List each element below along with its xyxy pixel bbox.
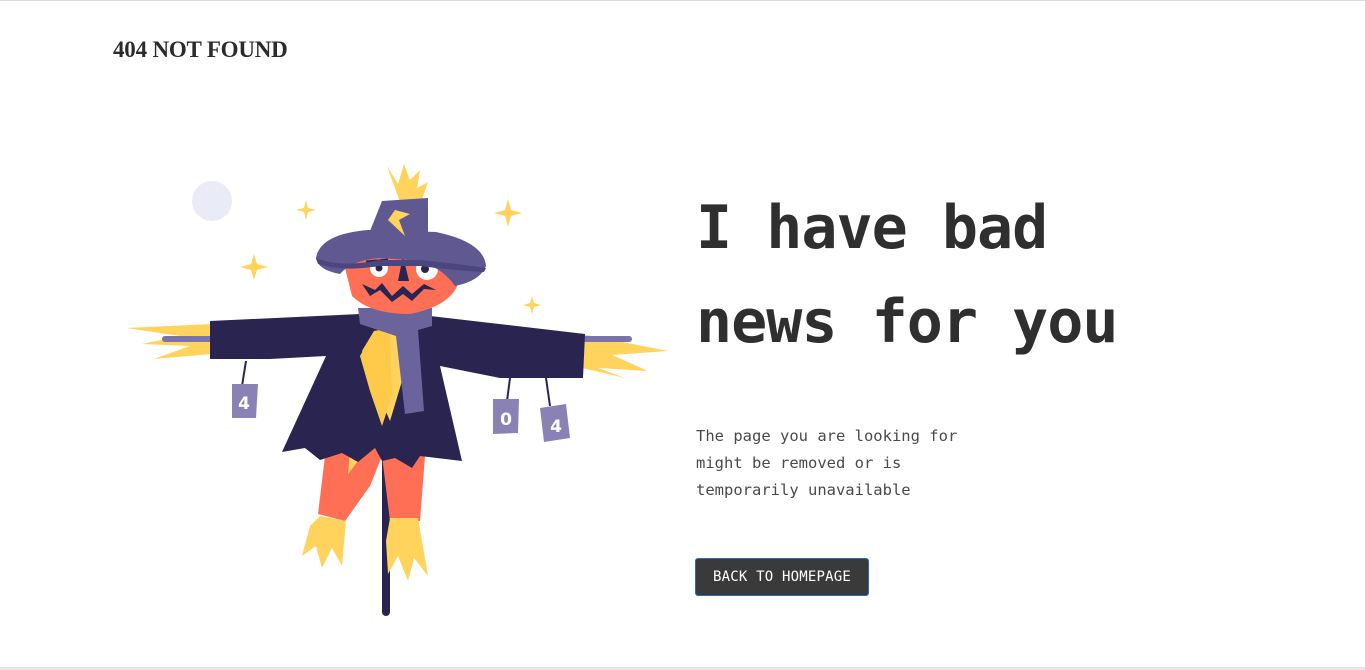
moon-shape: [192, 181, 232, 221]
can-label-right: 4: [550, 417, 562, 437]
back-to-homepage-button[interactable]: BACK TO HOMEPAGE: [695, 558, 869, 596]
page-brand-title: 404 NOT FOUND: [113, 37, 288, 62]
hanging-can-4-right: 4: [540, 377, 570, 442]
headline-line-1: I have bad: [696, 193, 1048, 263]
hanging-can-4-left: 4: [232, 360, 258, 418]
error-headline: I have bad news for you: [696, 181, 1256, 369]
error-description: The page you are looking for might be re…: [696, 427, 958, 499]
can-label-middle: 0: [500, 410, 512, 430]
can-label-left: 4: [238, 394, 250, 414]
hanging-can-0: 0: [493, 377, 519, 434]
error-message-section: I have bad news for you The page you are…: [696, 181, 1256, 504]
headline-line-2: news for you: [696, 287, 1118, 357]
scarecrow-illustration: 4 0 4: [126, 164, 668, 616]
